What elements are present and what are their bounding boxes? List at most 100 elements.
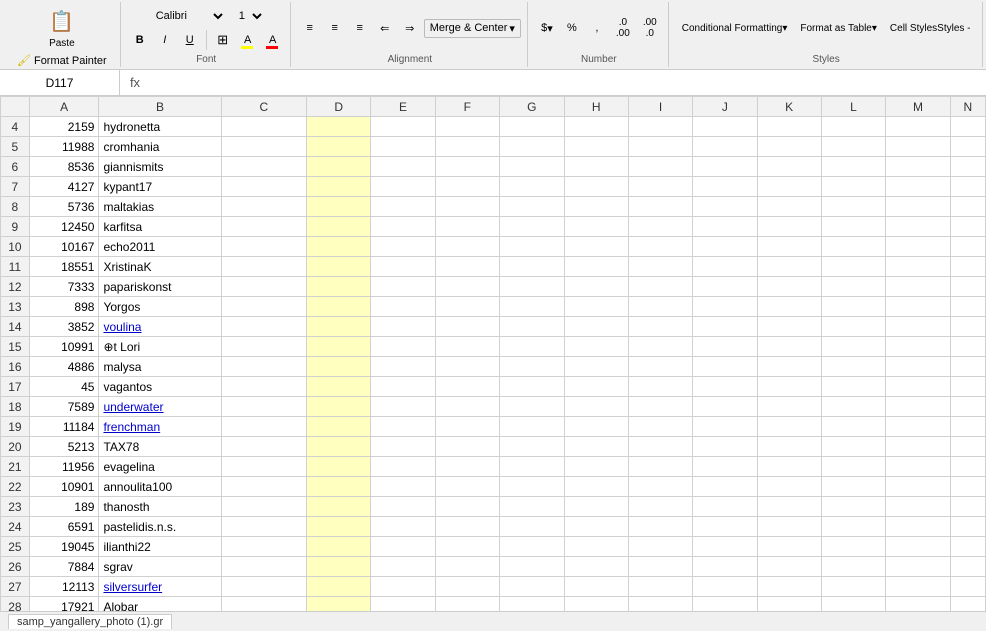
cell-i[interactable] (628, 357, 692, 377)
currency-dropdown[interactable]: ▾ (547, 22, 553, 35)
column-header-c[interactable]: C (221, 97, 306, 117)
column-header-k[interactable]: K (757, 97, 821, 117)
cell-e[interactable] (371, 537, 435, 557)
cell-l[interactable] (821, 317, 885, 337)
cell-d[interactable] (306, 257, 370, 277)
cell-e[interactable] (371, 577, 435, 597)
cell-c[interactable] (221, 157, 306, 177)
cell-f[interactable] (435, 237, 499, 257)
cell-n[interactable] (950, 317, 985, 337)
cell-f[interactable] (435, 277, 499, 297)
cell-n[interactable] (950, 157, 985, 177)
decimal-inc-button[interactable]: .0.00 (611, 17, 635, 39)
cell-k[interactable] (757, 377, 821, 397)
cell-b[interactable]: silversurfer (99, 577, 221, 597)
cell-d[interactable] (306, 237, 370, 257)
cell-g[interactable] (500, 277, 565, 297)
cell-c[interactable] (221, 417, 306, 437)
cell-m[interactable] (886, 277, 951, 297)
cell-b[interactable]: vagantos (99, 377, 221, 397)
cell-j[interactable] (693, 577, 757, 597)
cell-f[interactable] (435, 197, 499, 217)
cell-d[interactable] (306, 597, 370, 612)
column-header-j[interactable]: J (693, 97, 757, 117)
cell-a[interactable]: 4127 (29, 177, 99, 197)
cell-j[interactable] (693, 317, 757, 337)
cell-a[interactable]: 10991 (29, 337, 99, 357)
cell-g[interactable] (500, 557, 565, 577)
cell-c[interactable] (221, 277, 306, 297)
cell-h[interactable] (564, 417, 628, 437)
cell-f[interactable] (435, 537, 499, 557)
cell-c[interactable] (221, 337, 306, 357)
cell-d[interactable] (306, 577, 370, 597)
cell-l[interactable] (821, 577, 885, 597)
cell-e[interactable] (371, 337, 435, 357)
cell-b[interactable]: kypant17 (99, 177, 221, 197)
cell-n[interactable] (950, 257, 985, 277)
cell-l[interactable] (821, 557, 885, 577)
cell-j[interactable] (693, 297, 757, 317)
cell-k[interactable] (757, 277, 821, 297)
cell-k[interactable] (757, 477, 821, 497)
cell-k[interactable] (757, 577, 821, 597)
column-header-g[interactable]: G (500, 97, 565, 117)
cell-l[interactable] (821, 177, 885, 197)
cell-j[interactable] (693, 417, 757, 437)
cell-f[interactable] (435, 517, 499, 537)
cell-f[interactable] (435, 297, 499, 317)
cell-e[interactable] (371, 277, 435, 297)
cell-b[interactable]: underwater (99, 397, 221, 417)
cell-c[interactable] (221, 197, 306, 217)
cell-i[interactable] (628, 337, 692, 357)
cell-h[interactable] (564, 177, 628, 197)
cell-j[interactable] (693, 377, 757, 397)
bold-button[interactable]: B (129, 29, 151, 51)
cell-n[interactable] (950, 357, 985, 377)
cell-g[interactable] (500, 577, 565, 597)
align-right-button[interactable]: ≡ (349, 17, 371, 39)
cell-m[interactable] (886, 457, 951, 477)
cell-k[interactable] (757, 357, 821, 377)
column-header-d[interactable]: D (306, 97, 370, 117)
cell-c[interactable] (221, 537, 306, 557)
column-header-h[interactable]: H (564, 97, 628, 117)
cell-k[interactable] (757, 317, 821, 337)
cell-n[interactable] (950, 217, 985, 237)
cell-i[interactable] (628, 177, 692, 197)
cell-k[interactable] (757, 597, 821, 612)
column-header-e[interactable]: E (371, 97, 435, 117)
paste-button[interactable]: 📋 Paste (42, 6, 82, 52)
cell-e[interactable] (371, 597, 435, 612)
cell-j[interactable] (693, 177, 757, 197)
cell-i[interactable] (628, 577, 692, 597)
cell-a[interactable]: 17921 (29, 597, 99, 612)
cell-c[interactable] (221, 557, 306, 577)
cell-j[interactable] (693, 517, 757, 537)
cell-n[interactable] (950, 417, 985, 437)
column-header-b[interactable]: B (99, 97, 221, 117)
cell-i[interactable] (628, 417, 692, 437)
cell-e[interactable] (371, 437, 435, 457)
cell-d[interactable] (306, 157, 370, 177)
cell-g[interactable] (500, 137, 565, 157)
cell-a[interactable]: 11988 (29, 137, 99, 157)
cell-a[interactable]: 12450 (29, 217, 99, 237)
cell-l[interactable] (821, 417, 885, 437)
cell-k[interactable] (757, 237, 821, 257)
cell-n[interactable] (950, 237, 985, 257)
cell-n[interactable] (950, 297, 985, 317)
cell-f[interactable] (435, 137, 499, 157)
cell-c[interactable] (221, 577, 306, 597)
cell-j[interactable] (693, 337, 757, 357)
cell-i[interactable] (628, 137, 692, 157)
cell-h[interactable] (564, 337, 628, 357)
cell-c[interactable] (221, 377, 306, 397)
cell-f[interactable] (435, 577, 499, 597)
cell-e[interactable] (371, 477, 435, 497)
cell-c[interactable] (221, 517, 306, 537)
conditional-formatting-button[interactable]: Conditional Formatting▾ (677, 17, 793, 39)
cell-c[interactable] (221, 257, 306, 277)
cell-h[interactable] (564, 217, 628, 237)
cell-a[interactable]: 10167 (29, 237, 99, 257)
